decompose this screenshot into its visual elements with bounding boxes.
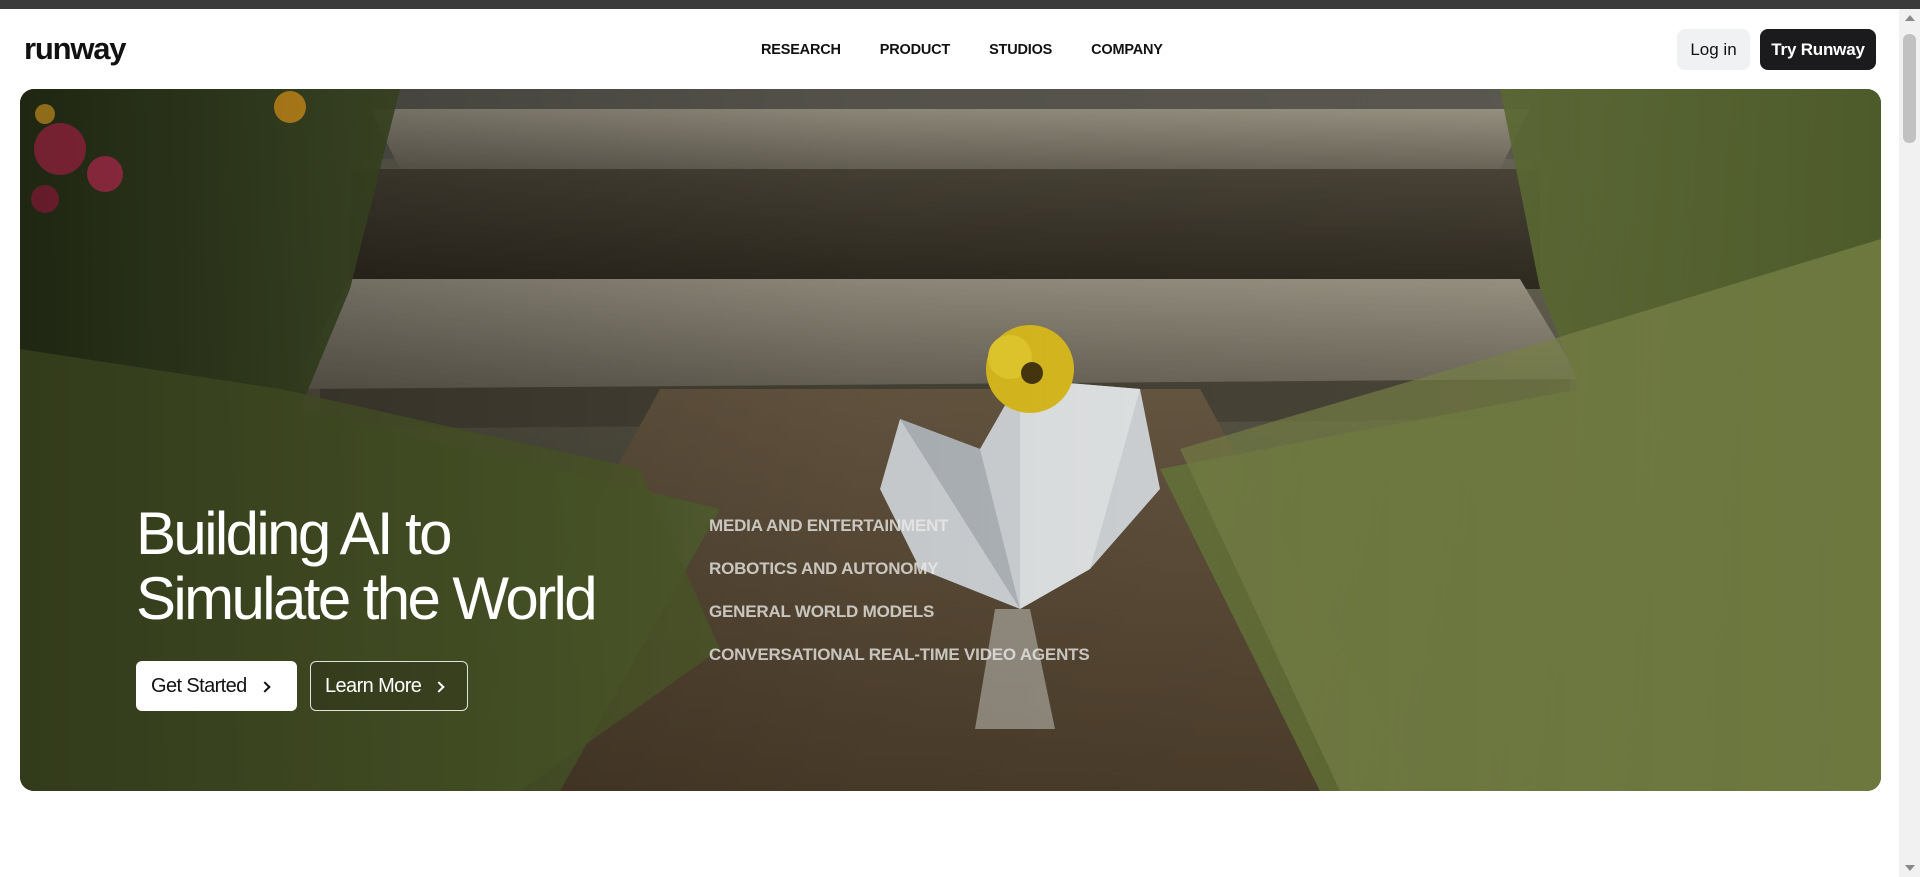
- scroll-up-arrow-icon[interactable]: [1905, 15, 1915, 21]
- chevron-right-icon: [433, 680, 445, 693]
- get-started-button[interactable]: Get Started: [136, 661, 297, 711]
- hero-headline: Building AI to Simulate the World: [136, 500, 598, 632]
- learn-more-label: Learn More: [325, 674, 422, 697]
- try-runway-button[interactable]: Try Runway: [1760, 29, 1876, 70]
- chevron-right-icon: [259, 680, 271, 693]
- nav-company[interactable]: COMPANY: [1091, 42, 1163, 58]
- category-list: MEDIA AND ENTERTAINMENT ROBOTICS AND AUT…: [709, 516, 1090, 688]
- nav-product[interactable]: PRODUCT: [880, 42, 950, 58]
- runway-logo[interactable]: runway: [24, 31, 127, 67]
- headline-line-1: Building AI to: [136, 500, 452, 567]
- site-header: runway RESEARCH PRODUCT STUDIOS COMPANY …: [0, 9, 1899, 89]
- category-robotics-autonomy[interactable]: ROBOTICS AND AUTONOMY: [709, 559, 1089, 602]
- headline-line-2: Simulate the World: [136, 565, 598, 632]
- learn-more-button[interactable]: Learn More: [310, 661, 468, 711]
- category-general-world-models[interactable]: GENERAL WORLD MODELS: [709, 602, 1089, 645]
- category-video-agents[interactable]: CONVERSATIONAL REAL-TIME VIDEO AGENTS: [709, 645, 1090, 688]
- category-media-entertainment[interactable]: MEDIA AND ENTERTAINMENT: [709, 516, 1089, 559]
- browser-top-strip: [0, 0, 1920, 9]
- get-started-label: Get Started: [151, 674, 247, 697]
- main-nav: RESEARCH PRODUCT STUDIOS COMPANY: [761, 42, 1202, 58]
- nav-research[interactable]: RESEARCH: [761, 42, 841, 58]
- scrollbar-thumb[interactable]: [1903, 34, 1916, 143]
- hero-section: Building AI to Simulate the World MEDIA …: [20, 89, 1881, 791]
- hero-cta-row: Get Started Learn More: [136, 661, 468, 711]
- login-button[interactable]: Log in: [1677, 29, 1750, 70]
- nav-studios[interactable]: STUDIOS: [989, 42, 1052, 58]
- scroll-down-arrow-icon[interactable]: [1905, 865, 1915, 871]
- page-scrollbar[interactable]: [1899, 9, 1920, 877]
